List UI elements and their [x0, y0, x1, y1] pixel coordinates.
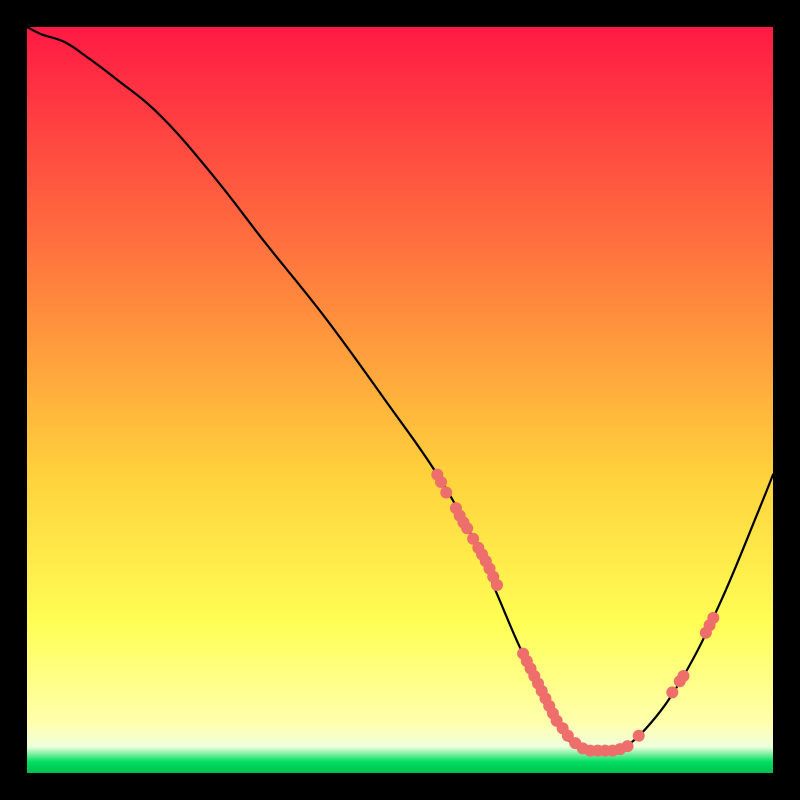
frame-border — [0, 0, 800, 27]
frame-border — [0, 0, 27, 800]
frame-border — [0, 773, 800, 800]
frame-border — [773, 0, 800, 800]
gradient-background — [27, 27, 773, 773]
chart-container: TheBottleneck.com — [0, 0, 800, 800]
